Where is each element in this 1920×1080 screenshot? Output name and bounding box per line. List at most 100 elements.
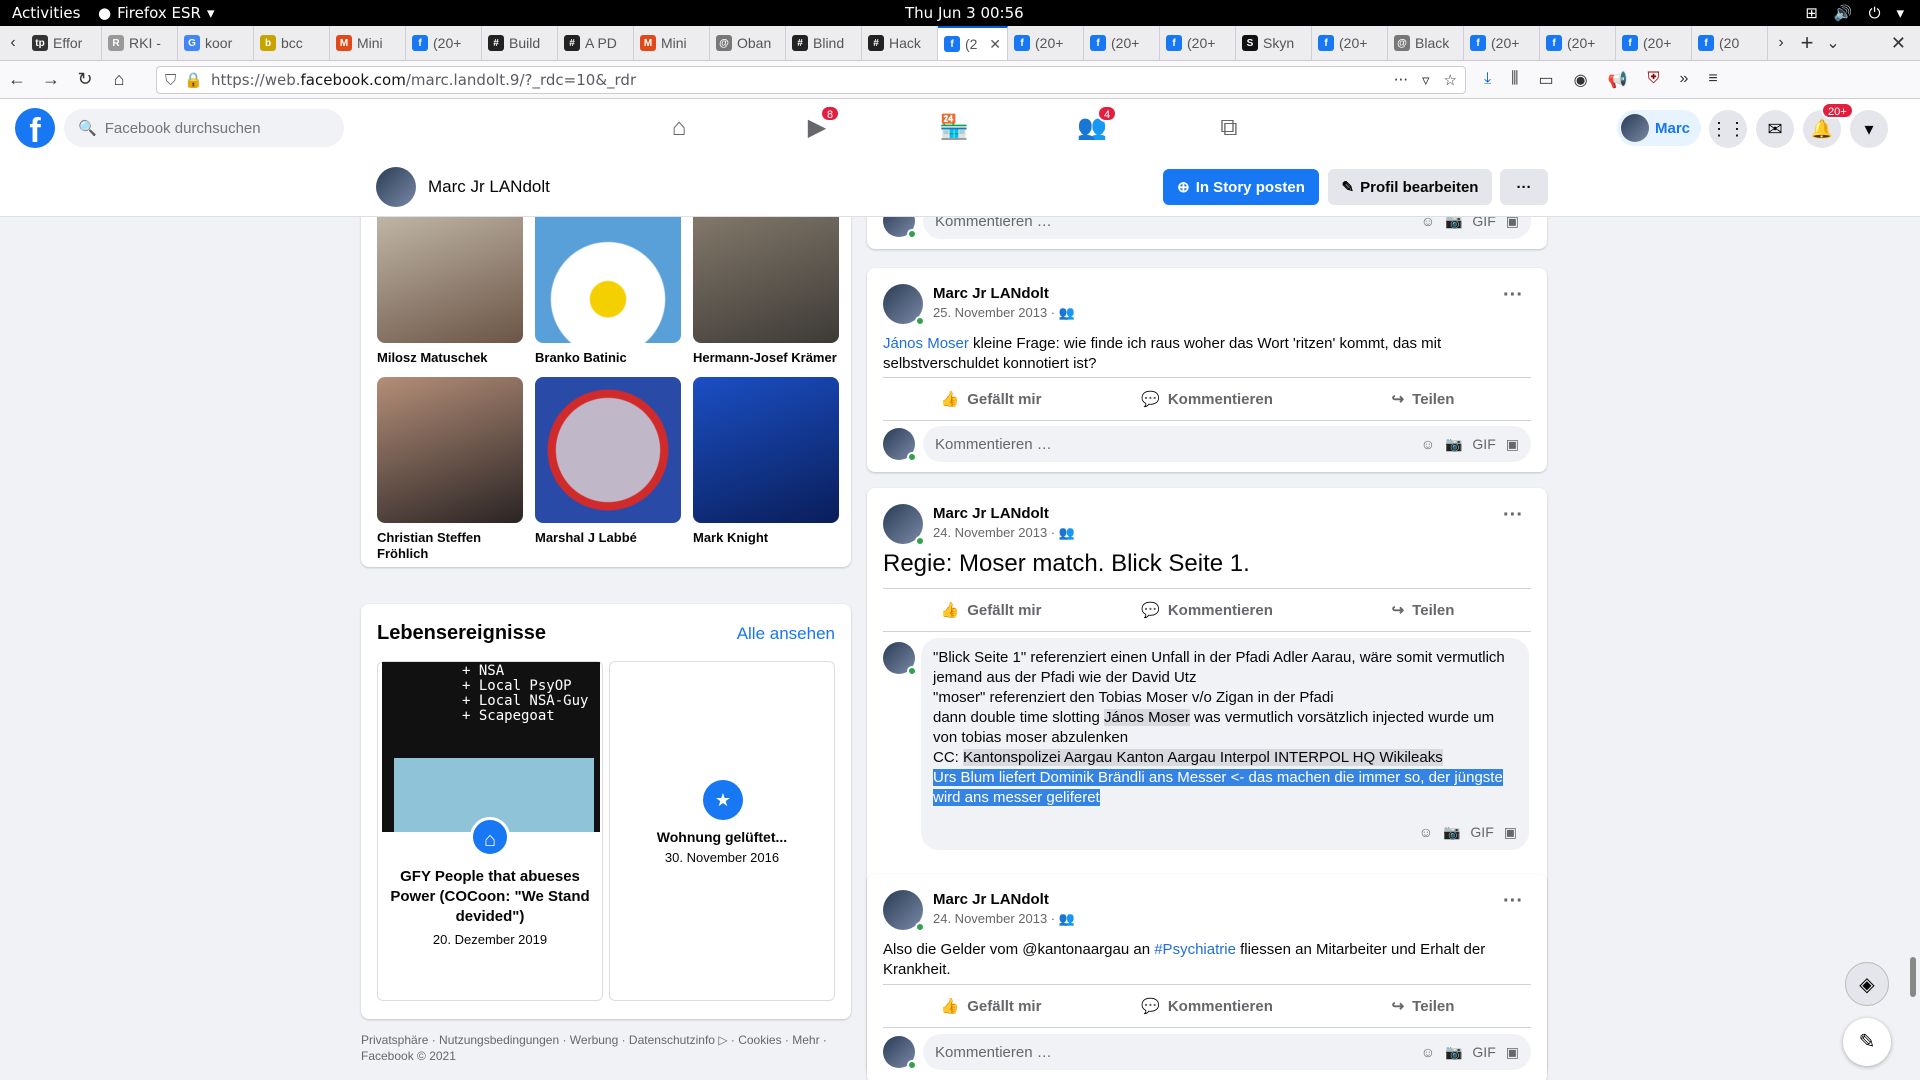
browser-tab[interactable]: f (20+: [1312, 26, 1388, 60]
facebook-search[interactable]: 🔍: [64, 109, 344, 147]
browser-tab[interactable]: b bcc: [254, 26, 330, 60]
library-icon[interactable]: ⫼: [1511, 70, 1518, 90]
forward-icon[interactable]: →: [34, 69, 68, 90]
gif-icon[interactable]: GIF: [1470, 822, 1493, 842]
new-tab-icon[interactable]: +: [1794, 30, 1820, 56]
watch-nav-icon[interactable]: ▶ 8: [800, 105, 841, 145]
shield-icon[interactable]: ⛉: [165, 71, 176, 89]
browser-tab[interactable]: # A PD: [558, 26, 634, 60]
browser-tab[interactable]: @ Oban: [710, 26, 786, 60]
comment-button[interactable]: 💬 Kommentieren: [1099, 378, 1315, 420]
back-icon[interactable]: ←: [0, 69, 34, 90]
avatar[interactable]: [883, 284, 925, 326]
post-author[interactable]: Marc Jr LANdolt: [933, 505, 1075, 522]
friend-tile[interactable]: Christian Steffen Fröhlich: [377, 377, 523, 562]
friend-tile[interactable]: Marshal J Labbé: [535, 377, 681, 546]
browser-tab[interactable]: # Build: [482, 26, 558, 60]
system-tray[interactable]: ⊞ 🔊 ⏻ ▾: [1805, 4, 1904, 22]
friend-photo[interactable]: [535, 377, 681, 523]
app-menu[interactable]: ● Firefox ESR ▾: [98, 4, 214, 22]
tab-scroll-right-icon[interactable]: ›: [1768, 34, 1794, 52]
browser-tab[interactable]: f (20: [1692, 26, 1768, 60]
edit-profile-button[interactable]: ✎ Profil bearbeiten: [1328, 169, 1492, 205]
emoji-icon[interactable]: ☺: [1419, 822, 1433, 842]
account-menu-icon[interactable]: ▾: [1850, 110, 1888, 148]
sticker-icon[interactable]: ▣: [1504, 822, 1517, 842]
hashtag-link[interactable]: #Psychiatrie: [1154, 941, 1236, 958]
footer-links[interactable]: Privatsphäre · Nutzungsbedingungen · Wer…: [361, 1032, 831, 1064]
address-bar[interactable]: ⛉ 🔒 https://web.facebook.com/marc.landol…: [156, 65, 1466, 94]
home-nav-icon[interactable]: ⌂: [662, 111, 696, 145]
post-options-icon[interactable]: ···: [1503, 284, 1523, 307]
sticker-icon[interactable]: ▣: [1506, 217, 1519, 230]
browser-tab[interactable]: tp Effor: [26, 26, 102, 60]
browser-tab[interactable]: # Hack: [862, 26, 938, 60]
post-date[interactable]: 25. November 2013 · 👥: [933, 305, 1075, 321]
friend-name[interactable]: Hermann-Josef Krämer: [693, 350, 839, 366]
gif-icon[interactable]: GIF: [1472, 1044, 1495, 1061]
reload-icon[interactable]: ↻: [68, 69, 102, 90]
like-button[interactable]: 👍 Gefällt mir: [883, 378, 1099, 420]
post-options-icon[interactable]: ···: [1503, 504, 1523, 527]
gif-icon[interactable]: GIF: [1472, 436, 1495, 453]
download-icon[interactable]: ⤓: [1484, 70, 1491, 90]
emoji-icon[interactable]: ☺: [1421, 217, 1435, 230]
mention-tag[interactable]: János Moser: [1103, 709, 1190, 726]
post-author[interactable]: Marc Jr LANdolt: [933, 285, 1075, 302]
browser-tab[interactable]: f (2 ✕: [938, 26, 1008, 60]
browser-tab[interactable]: f (20+: [1008, 26, 1084, 60]
profile-identity[interactable]: Marc Jr LANdolt: [376, 167, 550, 207]
life-event-1[interactable]: + NSA + Local PsyOP + Local NSA-Guy + Scape…: [377, 661, 603, 1001]
browser-tab[interactable]: R RKI -: [102, 26, 178, 60]
browser-tab[interactable]: S Skyn: [1236, 26, 1312, 60]
notifications-icon[interactable]: 🔔 20+: [1803, 102, 1854, 148]
friend-photo[interactable]: [377, 217, 523, 343]
extension-megaphone-icon[interactable]: 📢: [1608, 70, 1628, 90]
gaming-nav-icon[interactable]: ⧉: [1212, 111, 1246, 145]
account-button[interactable]: Marc: [1617, 110, 1701, 146]
friend-name[interactable]: Marshal J Labbé: [535, 530, 681, 546]
tab-scroll-left-icon[interactable]: ‹: [0, 34, 26, 52]
post-date[interactable]: 24. November 2013 · 👥: [933, 911, 1075, 927]
like-button[interactable]: 👍 Gefällt mir: [883, 589, 1099, 631]
story-button[interactable]: ⊕ In Story posten: [1163, 169, 1319, 205]
browser-tab[interactable]: f (20+: [1464, 26, 1540, 60]
mention-link[interactable]: János Moser: [883, 335, 969, 352]
browser-tab[interactable]: f (20+: [1616, 26, 1692, 60]
contact-chat-head[interactable]: ◈: [1845, 962, 1889, 1006]
avatar[interactable]: [883, 504, 925, 546]
camera-icon[interactable]: 📷: [1445, 436, 1462, 453]
friend-photo[interactable]: [535, 217, 681, 343]
share-button[interactable]: ↪ Teilen: [1315, 985, 1531, 1027]
tab-close-icon[interactable]: ✕: [989, 36, 1001, 53]
camera-icon[interactable]: 📷: [1443, 822, 1460, 842]
camera-icon[interactable]: 📷: [1445, 217, 1462, 230]
mention-tags[interactable]: Kantonspolizei Aargau Kanton Aargau Inte…: [963, 749, 1443, 766]
marketplace-nav-icon[interactable]: 🏪: [937, 111, 971, 145]
sidebar-icon[interactable]: ▭: [1538, 70, 1553, 90]
share-button[interactable]: ↪ Teilen: [1315, 378, 1531, 420]
search-input[interactable]: [104, 119, 325, 137]
post-author[interactable]: Marc Jr LANdolt: [933, 891, 1075, 908]
emoji-icon[interactable]: ☺: [1421, 436, 1435, 453]
friend-tile[interactable]: Mark Knight: [693, 377, 839, 546]
friend-name[interactable]: Milosz Matuschek: [377, 350, 523, 366]
browser-tab[interactable]: f (20+: [1540, 26, 1616, 60]
hamburger-menu-icon[interactable]: ≡: [1708, 70, 1717, 90]
friend-photo[interactable]: [693, 217, 839, 343]
gif-icon[interactable]: GIF: [1472, 217, 1495, 230]
account-icon[interactable]: ◉: [1574, 70, 1588, 90]
comment-button[interactable]: 💬 Kommentieren: [1099, 589, 1315, 631]
tab-list-icon[interactable]: ⌄: [1820, 33, 1846, 53]
camera-icon[interactable]: 📷: [1445, 1044, 1462, 1061]
sticker-icon[interactable]: ▣: [1506, 1044, 1519, 1061]
comment-input[interactable]: Kommentieren … ☺ 📷 GIF ▣: [923, 426, 1531, 462]
browser-tab[interactable]: f (20+: [1160, 26, 1236, 60]
window-close-icon[interactable]: ✕: [1891, 33, 1906, 54]
browser-tab[interactable]: f (20+: [1084, 26, 1160, 60]
browser-tab[interactable]: M Mini: [330, 26, 406, 60]
avatar[interactable]: [883, 890, 925, 932]
comment-input[interactable]: Kommentieren … ☺ 📷 GIF ▣: [923, 1034, 1531, 1070]
friend-name[interactable]: Christian Steffen Fröhlich: [377, 530, 523, 562]
friend-tile[interactable]: Hermann-Josef Krämer: [693, 217, 839, 366]
